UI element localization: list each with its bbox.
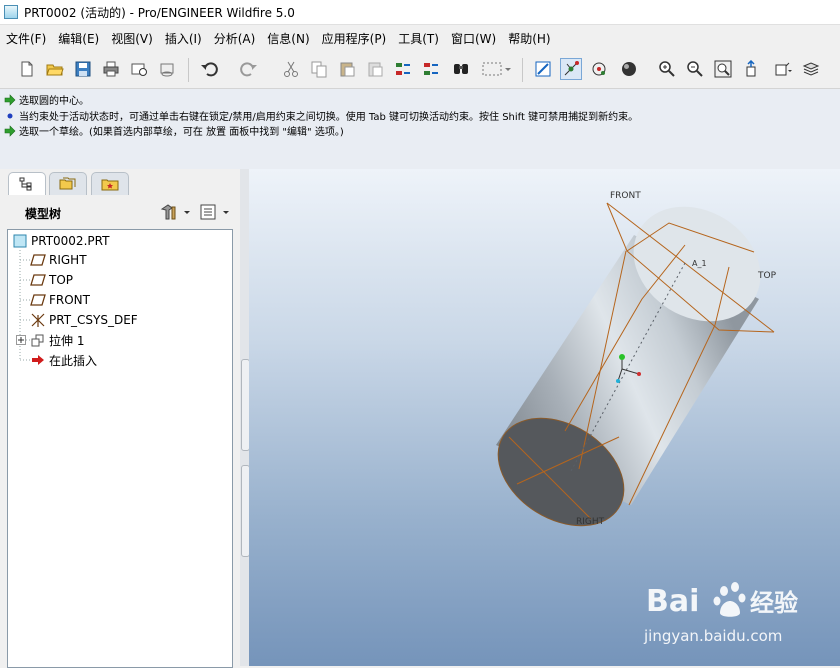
main-toolbar [0, 52, 840, 89]
menu-analysis[interactable]: 分析(A) [208, 26, 262, 52]
tree-item-label: TOP [49, 273, 74, 287]
message-text: 选取圆的中心。 [19, 96, 89, 107]
green-arrow-icon [4, 93, 16, 106]
save-icon[interactable] [72, 58, 94, 80]
navigator-panel: 模型树 PRT0002.PRT RIGHT TOP FRONT PRT_CSYS… [0, 169, 249, 668]
tree-item-label: FRONT [49, 293, 90, 307]
message-line: 当约束处于活动状态时，可通过单击右键在锁定/禁用/启用约束之间切换。使用 Tab… [4, 108, 638, 123]
attach-icon[interactable] [156, 58, 178, 80]
insert-here-arrow-icon [30, 352, 46, 368]
model-tree: PRT0002.PRT RIGHT TOP FRONT PRT_CSYS_DEF… [7, 229, 233, 668]
tree-item-label: PRT_CSYS_DEF [49, 313, 138, 327]
redo-icon[interactable] [238, 58, 260, 80]
tree-item-label: RIGHT [49, 253, 87, 267]
copy-icon[interactable] [308, 58, 330, 80]
csys-icon [30, 312, 46, 328]
axis-label: A_1 [692, 259, 707, 268]
tree-item-extrude[interactable]: 拉伸 1 [16, 331, 84, 349]
tree-item[interactable]: FRONT [30, 291, 90, 309]
menu-edit[interactable]: 编辑(E) [52, 26, 105, 52]
menu-window[interactable]: 窗口(W) [445, 26, 502, 52]
zoom-in-icon[interactable] [656, 58, 678, 80]
menu-info[interactable]: 信息(N) [261, 26, 315, 52]
right-plane-label: RIGHT [576, 517, 605, 527]
regenerate-manager-icon[interactable] [420, 58, 442, 80]
send-mail-icon[interactable] [128, 58, 150, 80]
menu-help[interactable]: 帮助(H) [502, 26, 556, 52]
print-icon[interactable] [100, 58, 122, 80]
extrude-icon [30, 332, 46, 348]
saved-views-icon[interactable] [772, 58, 794, 80]
reorient-icon[interactable] [740, 58, 762, 80]
paste-special-icon[interactable] [364, 58, 386, 80]
new-icon[interactable] [16, 58, 38, 80]
message-text: 当约束处于活动状态时，可通过单击右键在锁定/禁用/启用约束之间切换。使用 Tab… [19, 112, 639, 123]
menu-insert[interactable]: 插入(I) [159, 26, 208, 52]
message-text: 选取一个草绘。(如果首选内部草绘，可在 放置 面板中找到 "编辑" 选项。) [19, 127, 344, 138]
model-view: FRONT TOP RIGHT A_1 [496, 191, 777, 527]
green-arrow-icon [4, 124, 16, 137]
open-icon[interactable] [44, 58, 66, 80]
menu-tools[interactable]: 工具(T) [392, 26, 445, 52]
front-plane-label: FRONT [610, 191, 641, 201]
find-icon[interactable] [450, 58, 472, 80]
favorites-tab[interactable] [91, 172, 129, 195]
undo-icon[interactable] [198, 58, 220, 80]
shading-icon[interactable] [618, 58, 640, 80]
blue-dot-icon [4, 110, 16, 122]
panel-splitter[interactable] [240, 169, 250, 666]
app-icon [4, 5, 18, 19]
window-title: PRT0002 (活动的) - Pro/ENGINEER Wildfire 5.… [24, 5, 295, 20]
model-tree-title: 模型树 [25, 207, 62, 221]
tree-item[interactable]: RIGHT [30, 251, 87, 269]
tree-header: 模型树 [0, 197, 240, 227]
model-tree-tab[interactable] [8, 172, 46, 195]
menu-file[interactable]: 文件(F) [0, 26, 52, 52]
refit-icon[interactable] [712, 58, 734, 80]
navigator-tabs [0, 169, 249, 197]
folder-browser-tab[interactable] [49, 172, 87, 195]
datum-plane-icon [30, 272, 46, 288]
graphics-window[interactable]: FRONT TOP RIGHT A_1 Bai 经验 jingyan.baidu… [249, 169, 840, 666]
tree-item[interactable]: TOP [30, 271, 73, 289]
tree-item[interactable]: 在此插入 [30, 351, 97, 369]
title-bar: PRT0002 (活动的) - Pro/ENGINEER Wildfire 5.… [0, 0, 840, 25]
tree-item-label: 在此插入 [49, 353, 98, 368]
datum-point-icon[interactable] [560, 58, 582, 80]
spin-center-icon[interactable] [588, 58, 610, 80]
message-line: 选取一个草绘。(如果首选内部草绘，可在 放置 面板中找到 "编辑" 选项。) [4, 123, 344, 138]
tree-item-label: 拉伸 1 [49, 333, 85, 348]
datum-plane-icon [30, 292, 46, 308]
datum-plane-icon [30, 252, 46, 268]
cut-icon[interactable] [280, 58, 302, 80]
paste-icon[interactable] [336, 58, 358, 80]
tree-root-label: PRT0002.PRT [31, 234, 110, 248]
menu-applications[interactable]: 应用程序(P) [316, 26, 393, 52]
regenerate-icon[interactable] [392, 58, 414, 80]
tree-item[interactable]: PRT_CSYS_DEF [30, 311, 138, 329]
select-box-icon[interactable] [478, 58, 514, 80]
message-area: 选取圆的中心。 当约束处于活动状态时，可通过单击右键在锁定/禁用/启用约束之间切… [0, 89, 840, 169]
top-plane-label: TOP [757, 271, 777, 281]
zoom-out-icon[interactable] [684, 58, 706, 80]
expand-icon[interactable] [16, 335, 26, 345]
menu-view[interactable]: 视图(V) [105, 26, 159, 52]
message-line: 选取圆的中心。 [4, 92, 89, 107]
menu-bar: 文件(F) 编辑(E) 视图(V) 插入(I) 分析(A) 信息(N) 应用程序… [0, 26, 840, 52]
tree-show-icon[interactable] [199, 202, 233, 222]
tree-settings-icon[interactable] [160, 202, 192, 222]
sketch-view-icon[interactable] [532, 58, 554, 80]
layers-icon[interactable] [800, 58, 822, 80]
